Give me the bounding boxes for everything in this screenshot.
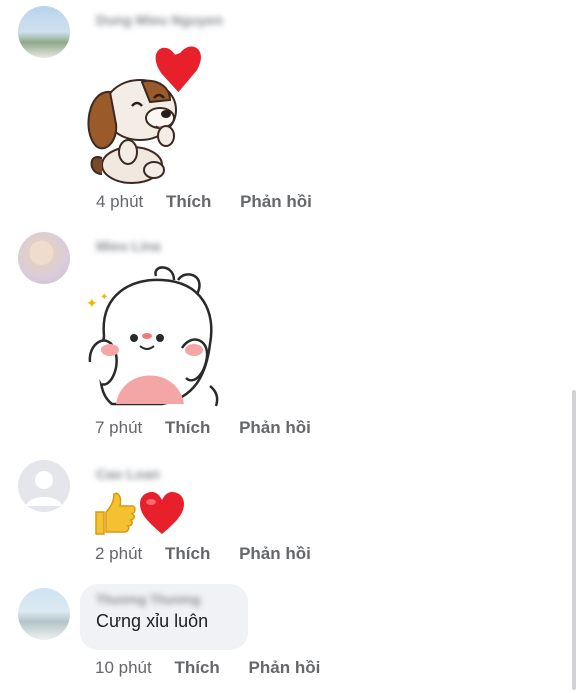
comment-author[interactable]: Dung Mieu Nguyen: [96, 12, 223, 28]
avatar[interactable]: [18, 232, 70, 284]
comment-item: Thương Thương Cưng xỉu luôn 10 phút Thíc…: [0, 582, 580, 693]
comment-actions: 7 phút Thích Phản hồi: [95, 418, 311, 438]
avatar[interactable]: [18, 6, 70, 58]
like-button[interactable]: Thích: [166, 192, 211, 212]
red-heart-icon: [140, 492, 184, 534]
comment-bubble[interactable]: Thương Thương Cưng xỉu luôn: [80, 584, 248, 650]
comment-actions: 4 phút Thích Phản hồi: [96, 192, 312, 212]
like-button[interactable]: Thích: [174, 658, 219, 678]
like-button[interactable]: Thích: [165, 544, 210, 564]
reply-button[interactable]: Phản hồi: [239, 544, 311, 564]
avatar[interactable]: [18, 588, 70, 640]
comment-item: Cao Loan 2 phút Thích Phản hồi: [0, 456, 580, 576]
comment-author[interactable]: Cao Loan: [96, 466, 160, 482]
reply-button[interactable]: Phản hồi: [240, 192, 312, 212]
reply-button[interactable]: Phản hồi: [239, 418, 311, 438]
svg-text:✦: ✦: [100, 292, 108, 303]
comment-actions: 10 phút Thích Phản hồi: [95, 658, 320, 678]
comment-item: Mieu Lina ✦ ✦ 7 phút Thích Phản hồi: [0, 226, 580, 452]
reply-button[interactable]: Phản hồi: [249, 658, 321, 678]
comment-time[interactable]: 2 phút: [95, 544, 142, 564]
default-avatar-icon: [26, 471, 62, 506]
comment-time[interactable]: 4 phút: [96, 192, 143, 212]
dog-heart-sticker-icon: [87, 46, 201, 184]
comment-time[interactable]: 7 phút: [95, 418, 142, 438]
bunny-sticker-icon: ✦ ✦: [86, 266, 219, 407]
scrollbar[interactable]: [572, 390, 576, 690]
thumbs-up-icon: [95, 492, 136, 535]
comment-text: Cưng xỉu luôn: [96, 611, 209, 631]
avatar[interactable]: [18, 460, 70, 512]
comment-author[interactable]: Thương Thương: [96, 592, 232, 607]
svg-text:✦: ✦: [86, 296, 98, 312]
like-button[interactable]: Thích: [165, 418, 210, 438]
comment-author[interactable]: Mieu Lina: [96, 238, 161, 254]
comment-actions: 2 phút Thích Phản hồi: [95, 544, 311, 564]
comment-time[interactable]: 10 phút: [95, 658, 152, 678]
comment-item: Dung Mieu Nguyen 4 phút Thích Phản hồi: [0, 0, 580, 220]
